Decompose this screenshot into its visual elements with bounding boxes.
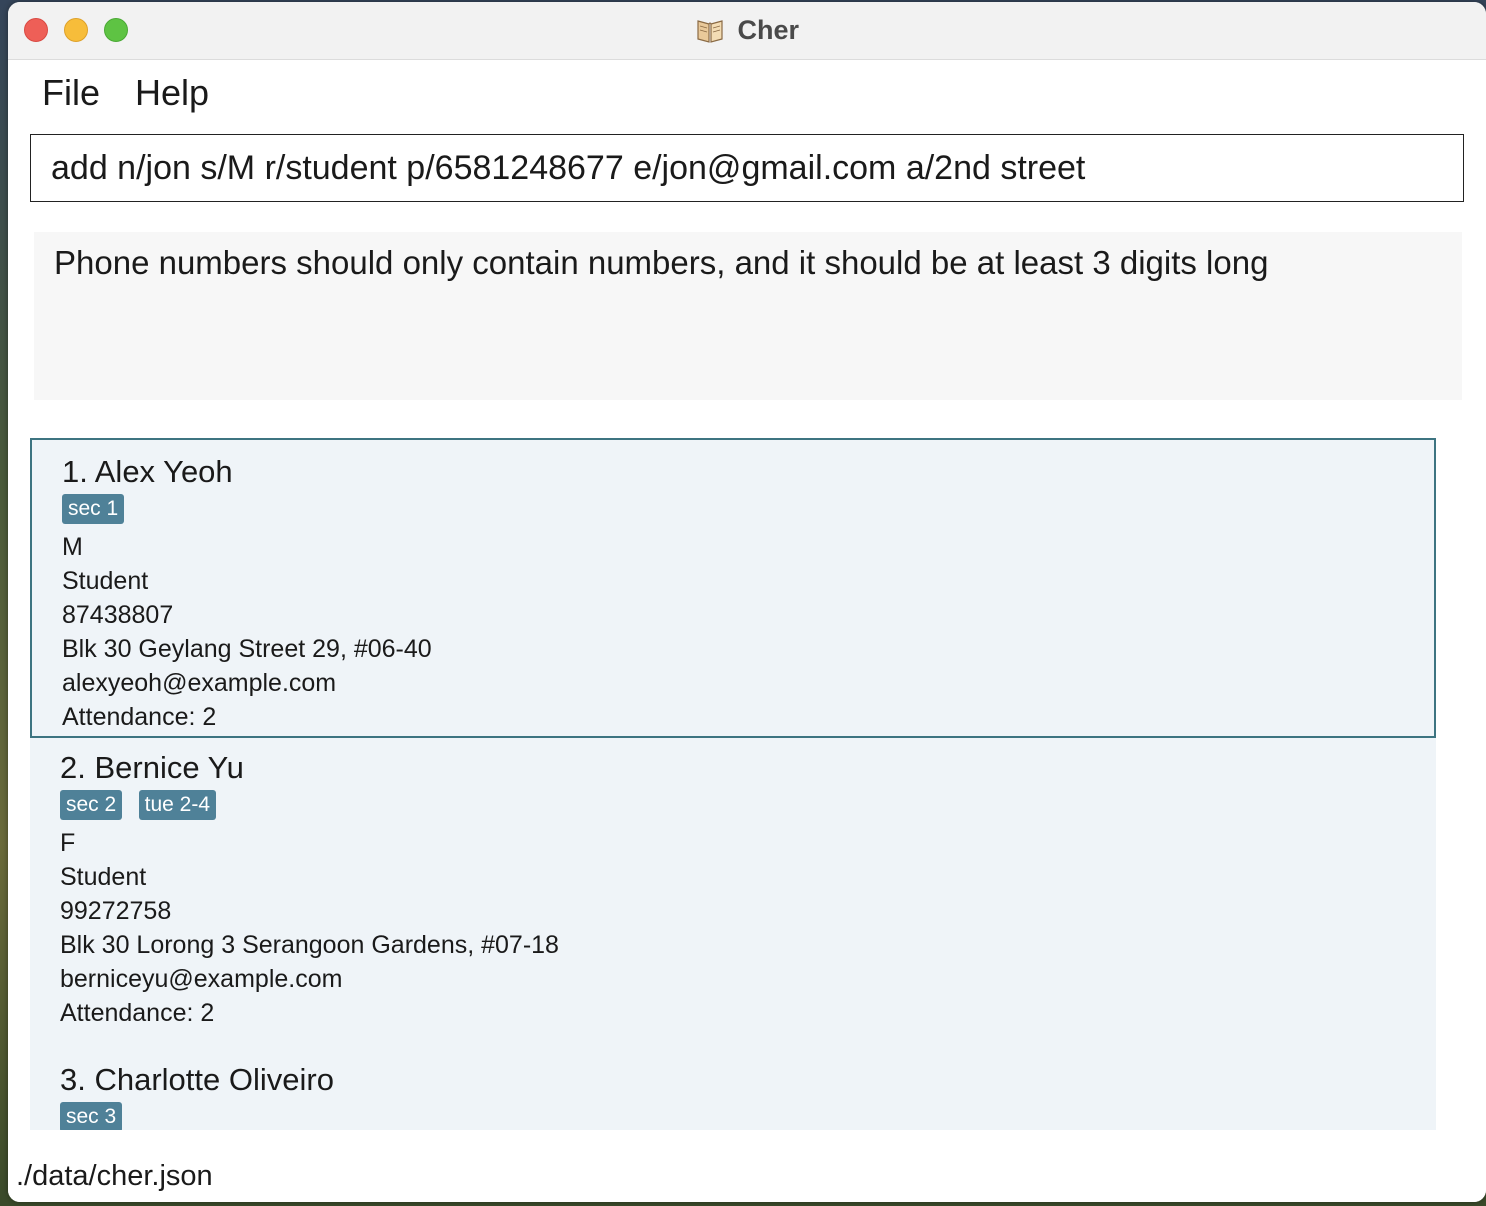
person-phone: 99272758	[60, 897, 172, 925]
person-role: Student	[62, 567, 149, 595]
tag-list: sec 3	[60, 1102, 1406, 1130]
person-card[interactable]: 2. Bernice Yu sec 2 tue 2-4 F Student 99…	[30, 738, 1436, 1040]
person-role: Student	[60, 863, 147, 891]
book-icon	[695, 15, 725, 45]
person-address: Blk 30 Lorong 3 Serangoon Gardens, #07-1…	[60, 931, 559, 959]
person-name: 2. Bernice Yu	[60, 750, 244, 785]
tag-list: sec 1	[62, 494, 1404, 528]
tag: sec 3	[60, 1102, 123, 1130]
person-email: alexyeoh@example.com	[62, 669, 337, 697]
person-name: 1. Alex Yeoh	[62, 454, 233, 489]
person-sex: M	[62, 533, 83, 561]
menu-help[interactable]: Help	[135, 72, 209, 114]
tag: tue 2-4	[138, 790, 217, 820]
result-display: Phone numbers should only contain number…	[34, 232, 1462, 400]
title-bar[interactable]: Cher	[8, 2, 1486, 60]
person-card[interactable]: 1. Alex Yeoh sec 1 M Student 87438807 Bl…	[30, 438, 1436, 738]
tag: sec 1	[62, 494, 125, 524]
status-bar: ./data/cher.json	[8, 1148, 1486, 1202]
save-file-path: ./data/cher.json	[16, 1160, 213, 1192]
person-attendance: Attendance: 2	[60, 999, 215, 1027]
window-title: Cher	[737, 15, 799, 45]
person-address: Blk 30 Geylang Street 29, #06-40	[62, 635, 432, 663]
person-name: 3. Charlotte Oliveiro	[60, 1062, 334, 1097]
window-title-group: Cher	[8, 14, 1486, 46]
menu-file[interactable]: File	[42, 72, 100, 114]
person-phone: 87438807	[62, 601, 174, 629]
app-window: Cher File Help add n/jon s/M r/student p…	[8, 2, 1486, 1202]
tag-list: sec 2 tue 2-4	[60, 790, 1406, 824]
person-email: berniceyu@example.com	[60, 965, 343, 993]
person-attendance: Attendance: 2	[62, 703, 217, 731]
person-card[interactable]: 3. Charlotte Oliveiro sec 3 F	[30, 1040, 1436, 1130]
tag: sec 2	[60, 790, 123, 820]
result-message: Phone numbers should only contain number…	[54, 244, 1269, 281]
menu-bar: File Help	[8, 60, 1486, 124]
person-sex: F	[60, 829, 76, 857]
person-list[interactable]: 1. Alex Yeoh sec 1 M Student 87438807 Bl…	[30, 438, 1436, 1130]
command-input[interactable]: add n/jon s/M r/student p/6581248677 e/j…	[30, 134, 1464, 202]
